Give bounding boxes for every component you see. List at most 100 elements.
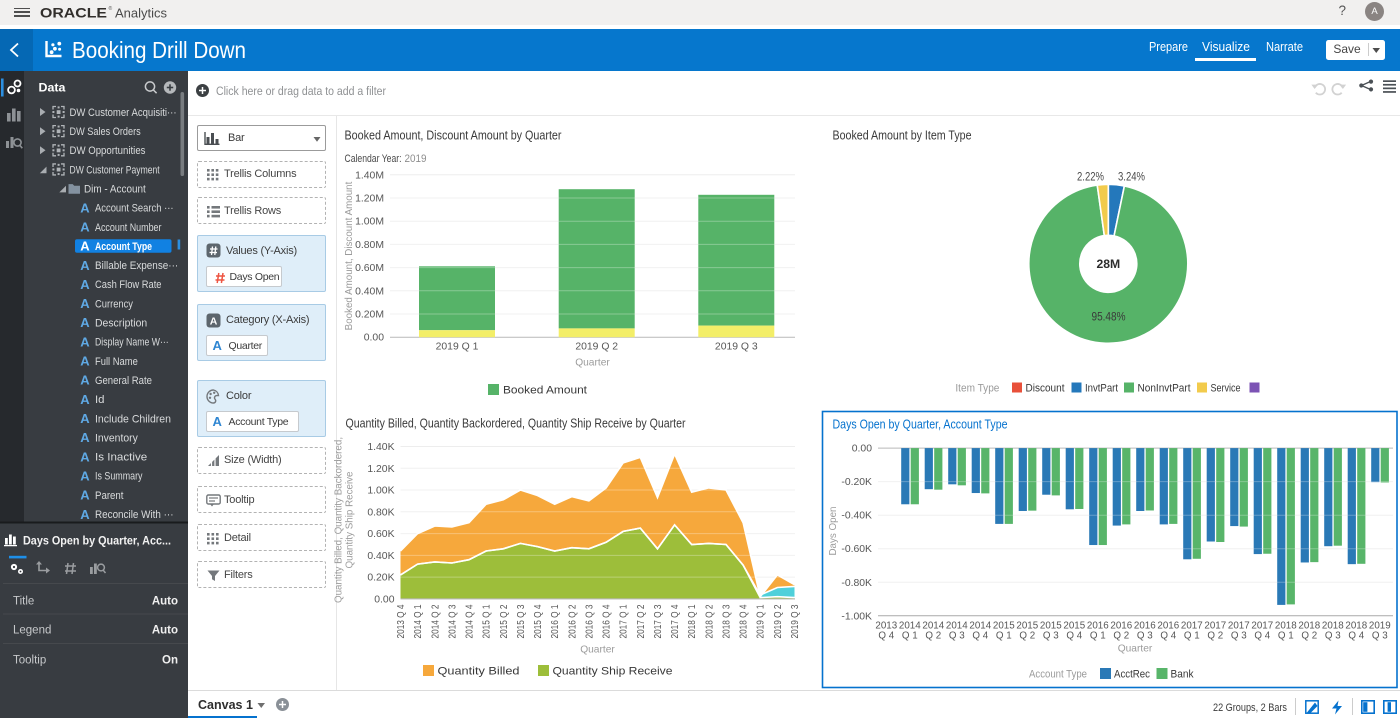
- svg-text:2019 Q 1: 2019 Q 1: [436, 342, 479, 353]
- svg-text:2019: 2019: [405, 153, 427, 165]
- svg-text:22 Groups, 2 Bars: 22 Groups, 2 Bars: [1213, 702, 1287, 714]
- svg-text:2018 Q 1: 2018 Q 1: [687, 604, 698, 638]
- svg-text:0.00: 0.00: [374, 594, 394, 605]
- svg-text:2015 Q 3: 2015 Q 3: [516, 604, 527, 638]
- svg-text:NonInvtPart: NonInvtPart: [1138, 382, 1192, 394]
- svg-text:Q 4: Q 4: [1160, 631, 1176, 642]
- svg-text:0.80M: 0.80M: [355, 240, 384, 251]
- svg-text:Quantity Billed, Quantity Back: Quantity Billed, Quantity Backordered, Q…: [346, 416, 686, 431]
- svg-text:2017 Q 2: 2017 Q 2: [636, 604, 647, 638]
- svg-text:0.60M: 0.60M: [355, 263, 384, 274]
- svg-text:AcctRec: AcctRec: [1114, 668, 1150, 680]
- svg-text:1.00M: 1.00M: [355, 217, 384, 228]
- svg-text:1.20K: 1.20K: [367, 464, 394, 475]
- svg-text:2.22%: 2.22%: [1077, 170, 1104, 184]
- svg-text:-0.60K: -0.60K: [841, 544, 872, 555]
- svg-text:2019 Q 1: 2019 Q 1: [756, 604, 767, 638]
- svg-text:2019 Q 2: 2019 Q 2: [773, 604, 784, 638]
- svg-text:-0.80K: -0.80K: [841, 578, 872, 589]
- svg-text:2014 Q 3: 2014 Q 3: [447, 604, 458, 638]
- svg-text:Q 3: Q 3: [949, 631, 965, 642]
- svg-text:Quarter: Quarter: [1118, 644, 1153, 655]
- svg-text:Q 3: Q 3: [1325, 631, 1341, 642]
- svg-text:2016 Q 2: 2016 Q 2: [567, 604, 578, 638]
- svg-text:Calendar Year:: Calendar Year:: [345, 153, 402, 165]
- svg-text:Q 2: Q 2: [1113, 631, 1129, 642]
- svg-text:Q 1: Q 1: [1278, 631, 1294, 642]
- svg-text:-0.40K: -0.40K: [841, 511, 872, 522]
- svg-text:Account Type: Account Type: [1029, 668, 1087, 680]
- svg-text:2019 Q 2: 2019 Q 2: [575, 342, 618, 353]
- svg-text:Quarter: Quarter: [575, 358, 610, 369]
- svg-text:2015 Q 2: 2015 Q 2: [499, 604, 510, 638]
- svg-text:Q 1: Q 1: [902, 631, 918, 642]
- svg-text:2018 Q 4: 2018 Q 4: [739, 604, 750, 638]
- svg-text:Q 4: Q 4: [1254, 631, 1270, 642]
- svg-text:Q 4: Q 4: [972, 631, 988, 642]
- svg-text:Q 4: Q 4: [878, 631, 894, 642]
- svg-text:2014 Q 2: 2014 Q 2: [430, 604, 441, 638]
- svg-text:-1.00K: -1.00K: [841, 611, 872, 622]
- svg-text:Quantity Ship Receive: Quantity Ship Receive: [345, 471, 356, 568]
- svg-text:Item Type: Item Type: [955, 382, 999, 394]
- svg-text:Q 2: Q 2: [1301, 631, 1317, 642]
- svg-text:2016 Q 4: 2016 Q 4: [602, 604, 613, 638]
- svg-text:Q 3: Q 3: [1231, 631, 1247, 642]
- svg-text:Quantity Billed, Quantity Back: Quantity Billed, Quantity Backordered,: [334, 437, 345, 603]
- svg-text:2016 Q 1: 2016 Q 1: [550, 604, 561, 638]
- svg-text:0.00: 0.00: [364, 333, 384, 344]
- svg-text:2014 Q 4: 2014 Q 4: [465, 604, 476, 638]
- svg-text:Q 2: Q 2: [1207, 631, 1223, 642]
- svg-text:Booked Amount, Discount Amount: Booked Amount, Discount Amount: [344, 181, 355, 330]
- svg-text:0.40K: 0.40K: [367, 551, 394, 562]
- svg-text:Discount: Discount: [1026, 382, 1066, 394]
- svg-text:1.20M: 1.20M: [355, 194, 384, 205]
- svg-text:Quarter: Quarter: [580, 645, 615, 656]
- svg-text:Q 4: Q 4: [1066, 631, 1082, 642]
- svg-text:1.00K: 1.00K: [367, 486, 394, 497]
- svg-text:0.40M: 0.40M: [355, 286, 384, 297]
- svg-text:Booked Amount, Discount Amount: Booked Amount, Discount Amount by Quarte…: [345, 128, 562, 143]
- svg-text:28M: 28M: [1096, 257, 1120, 271]
- svg-text:2017 Q 4: 2017 Q 4: [670, 604, 681, 638]
- svg-text:0.80K: 0.80K: [367, 507, 394, 518]
- svg-text:Service: Service: [1211, 382, 1241, 394]
- svg-text:Days Open by Quarter, Account: Days Open by Quarter, Account Type: [833, 417, 1008, 432]
- svg-text:2015 Q 4: 2015 Q 4: [533, 604, 544, 638]
- svg-text:Q 3: Q 3: [1137, 631, 1153, 642]
- svg-text:2016 Q 3: 2016 Q 3: [584, 604, 595, 638]
- svg-text:2015 Q 1: 2015 Q 1: [482, 604, 493, 638]
- svg-text:1.40K: 1.40K: [367, 442, 394, 453]
- svg-text:Days Open: Days Open: [828, 506, 839, 555]
- svg-text:0.60K: 0.60K: [367, 529, 394, 540]
- svg-text:Q 4: Q 4: [1348, 631, 1364, 642]
- svg-text:Bank: Bank: [1171, 668, 1194, 680]
- svg-text:0.20M: 0.20M: [355, 310, 384, 321]
- svg-text:Booked Amount by Item Type: Booked Amount by Item Type: [833, 128, 972, 143]
- svg-text:2019 Q 3: 2019 Q 3: [790, 604, 801, 638]
- svg-text:Q 2: Q 2: [925, 631, 941, 642]
- svg-text:Quantity Ship Receive: Quantity Ship Receive: [553, 665, 673, 677]
- svg-text:-0.20K: -0.20K: [841, 477, 872, 488]
- svg-text:1.40M: 1.40M: [355, 170, 384, 181]
- svg-text:2018 Q 3: 2018 Q 3: [722, 604, 733, 638]
- svg-text:0.00: 0.00: [852, 444, 872, 455]
- svg-text:Booked Amount: Booked Amount: [503, 384, 588, 396]
- svg-text:Q 1: Q 1: [1184, 631, 1200, 642]
- svg-text:Q 2: Q 2: [1019, 631, 1035, 642]
- svg-text:2018 Q 2: 2018 Q 2: [704, 604, 715, 638]
- svg-text:Quantity Billed: Quantity Billed: [438, 665, 520, 677]
- svg-text:2017 Q 3: 2017 Q 3: [653, 604, 664, 638]
- svg-text:2014 Q 1: 2014 Q 1: [413, 604, 424, 638]
- svg-text:95.48%: 95.48%: [1092, 309, 1126, 323]
- svg-text:Q 3: Q 3: [1372, 631, 1388, 642]
- svg-text:2013 Q 4: 2013 Q 4: [396, 604, 407, 638]
- svg-text:Q 1: Q 1: [996, 631, 1012, 642]
- svg-text:InvtPart: InvtPart: [1085, 382, 1119, 394]
- svg-text:Q 3: Q 3: [1043, 631, 1059, 642]
- svg-text:0.20K: 0.20K: [367, 573, 394, 584]
- svg-text:Q 1: Q 1: [1090, 631, 1106, 642]
- svg-text:2017 Q 1: 2017 Q 1: [619, 604, 630, 638]
- svg-text:2019 Q 3: 2019 Q 3: [715, 342, 758, 353]
- svg-text:3.24%: 3.24%: [1118, 170, 1145, 184]
